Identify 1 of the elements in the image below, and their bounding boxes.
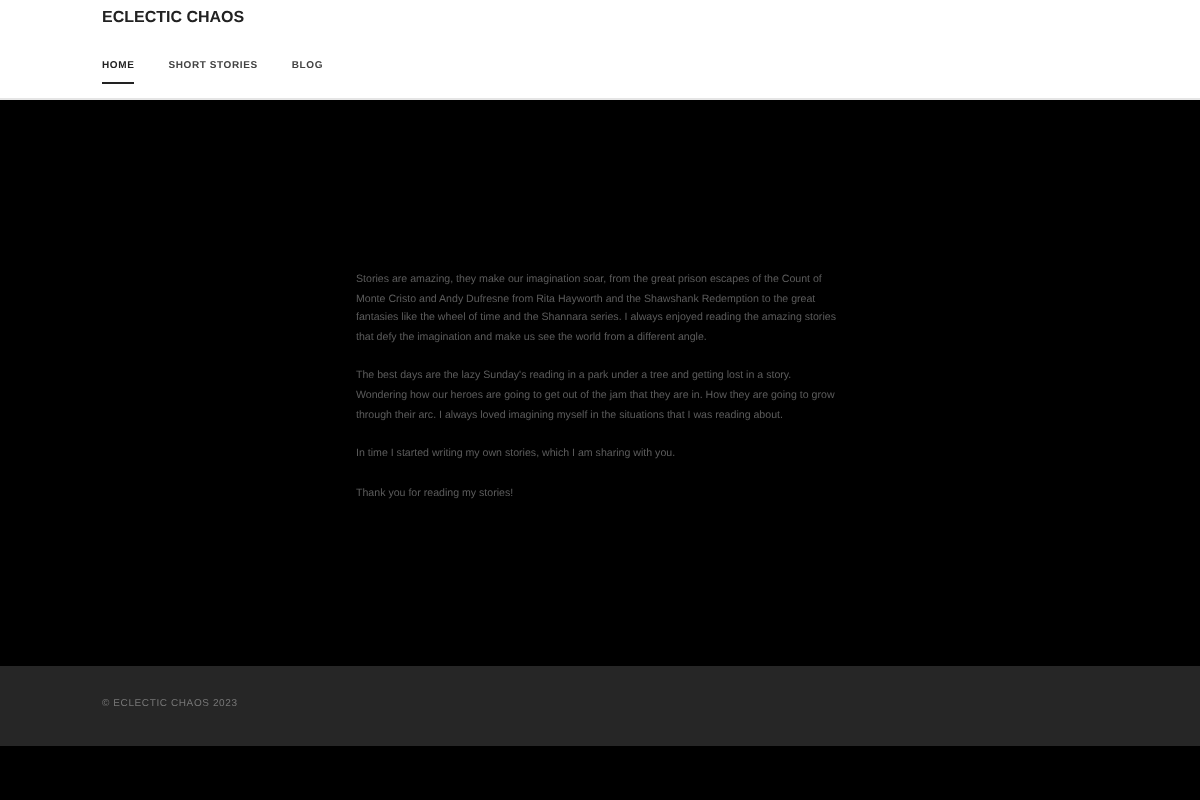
site-title[interactable]: ECLECTIC CHAOS: [102, 8, 1200, 28]
